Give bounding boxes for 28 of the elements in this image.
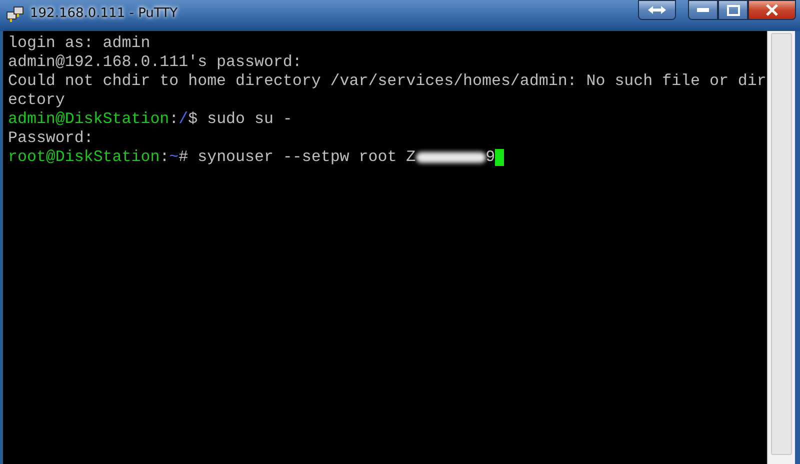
maximize-button[interactable] xyxy=(718,0,748,20)
terminal-text: ~ xyxy=(169,148,179,167)
window-title: 192.168.0.111 - PuTTY xyxy=(30,6,178,21)
text-cursor xyxy=(495,149,504,166)
terminal-text: root@DiskStation xyxy=(8,148,160,167)
terminal-text: $ sudo su - xyxy=(188,110,292,129)
minimize-icon xyxy=(697,8,709,12)
terminal-text: : xyxy=(169,110,179,129)
terminal-text: / xyxy=(178,110,188,129)
scrollbar[interactable] xyxy=(767,31,795,464)
close-icon xyxy=(766,4,778,16)
redaction-blur xyxy=(416,152,486,163)
swap-button[interactable] xyxy=(638,0,676,20)
terminal-text: Password: xyxy=(8,129,94,148)
double-arrow-icon xyxy=(647,5,667,15)
terminal-text: Could not chdir to home directory /var/services/homes/admin: No such file or dir xyxy=(8,72,766,91)
terminal-text: : xyxy=(160,148,170,167)
close-button[interactable] xyxy=(748,0,796,20)
maximize-icon xyxy=(726,4,740,16)
minimize-button[interactable] xyxy=(688,0,718,20)
terminal-text: ectory xyxy=(8,91,65,110)
terminal-text: admin@DiskStation xyxy=(8,110,170,129)
terminal-text: # synouser --setpw root Z xyxy=(178,148,416,167)
scroll-thumb[interactable] xyxy=(771,33,792,455)
computers-icon xyxy=(6,5,24,23)
terminal-text: 9 xyxy=(486,148,496,167)
terminal-text: login as: admin xyxy=(8,34,150,53)
terminal-text: admin@192.168.0.111's password: xyxy=(8,53,302,72)
